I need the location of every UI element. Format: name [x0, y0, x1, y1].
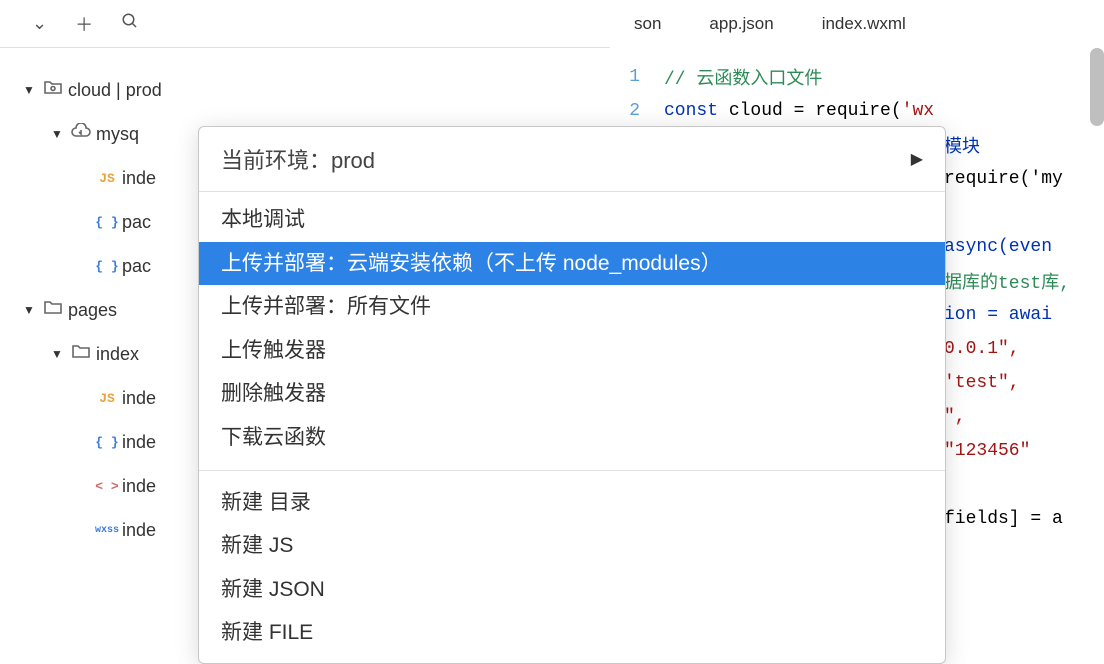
menu-item[interactable]: 上传并部署：所有文件 — [199, 285, 945, 329]
code-text: const cloud = require('wx — [664, 101, 934, 121]
code-text: 0.0.1", — [944, 339, 1020, 359]
tree-label: inde — [122, 520, 156, 541]
code-text: ion = awai — [944, 305, 1052, 325]
code-text: async(even — [944, 237, 1052, 257]
tab-json[interactable]: son — [610, 0, 685, 48]
chevron-down-icon: ▼ — [20, 83, 38, 97]
code-text: 据库的test库, — [944, 268, 1070, 294]
js-icon: JS — [92, 391, 122, 406]
tree-label: inde — [122, 476, 156, 497]
tree-label: inde — [122, 388, 156, 409]
chevron-down-icon: ▼ — [20, 303, 38, 317]
tree-label: inde — [122, 432, 156, 453]
wxss-icon: wxss — [92, 525, 122, 536]
chevron-down-icon: ▼ — [48, 347, 66, 361]
menu-item[interactable]: 新建 JSON — [199, 568, 945, 612]
tree-label: cloud | prod — [68, 80, 162, 101]
menu-item[interactable]: 上传并部署：云端安装依赖（不上传 node_modules） — [199, 242, 945, 286]
json-icon: { } — [92, 259, 122, 274]
code-text: fields] = a — [944, 509, 1063, 529]
sidebar-scrollbar[interactable] — [1090, 48, 1104, 126]
menu-item[interactable]: 新建 目录 — [199, 481, 945, 525]
tree-label: mysq — [96, 124, 139, 145]
code-line: 1 // 云函数入口文件 — [604, 60, 1104, 94]
menu-header-label: 当前环境：prod — [221, 143, 375, 175]
line-number: 2 — [604, 101, 664, 121]
code-line: 2 const cloud = require('wx — [604, 94, 1104, 128]
code-text: // 云函数入口文件 — [664, 64, 822, 90]
tree-label: pages — [68, 300, 117, 321]
html-icon: < > — [92, 479, 122, 494]
tree-label: pac — [122, 256, 151, 277]
menu-item[interactable]: 上传触发器 — [199, 329, 945, 373]
tab-app-json[interactable]: app.json — [685, 0, 797, 48]
menu-item[interactable]: 新建 FILE — [199, 611, 945, 655]
dropdown-icon[interactable]: ⌄ — [32, 13, 47, 34]
tree-label: index — [96, 344, 139, 365]
menu-divider — [199, 470, 945, 471]
context-menu: 当前环境：prod ▶ 本地调试上传并部署：云端安装依赖（不上传 node_mo… — [198, 126, 946, 664]
tab-index-wxml[interactable]: index.wxml — [798, 0, 930, 48]
menu-header-env[interactable]: 当前环境：prod ▶ — [199, 127, 945, 192]
editor-tabs: son app.json index.wxml — [610, 0, 1104, 48]
code-text: 'test", — [944, 373, 1020, 393]
line-number: 1 — [604, 67, 664, 87]
menu-item[interactable]: 下载云函数 — [199, 416, 945, 460]
json-icon: { } — [92, 215, 122, 230]
tree-root-cloud[interactable]: ▼ cloud | prod — [0, 68, 604, 112]
folder-icon — [38, 299, 68, 321]
tree-label: pac — [122, 212, 151, 233]
json-icon: { } — [92, 435, 122, 450]
add-icon[interactable]: ＋ — [75, 11, 93, 37]
cloud-folder-icon — [38, 79, 68, 101]
chevron-down-icon: ▼ — [48, 127, 66, 141]
js-icon: JS — [92, 171, 122, 186]
folder-icon — [66, 343, 96, 365]
code-text: ", — [944, 407, 966, 427]
tree-label: inde — [122, 168, 156, 189]
menu-item[interactable]: 删除触发器 — [199, 372, 945, 416]
chevron-right-icon: ▶ — [911, 149, 923, 169]
menu-item[interactable]: 新建 JS — [199, 524, 945, 568]
search-icon[interactable] — [121, 12, 139, 35]
cloud-icon — [66, 123, 96, 145]
code-text: 模块 — [944, 132, 980, 158]
menu-item[interactable]: 本地调试 — [199, 198, 945, 242]
code-text: require('my — [944, 169, 1063, 189]
code-text: "123456" — [944, 441, 1030, 461]
